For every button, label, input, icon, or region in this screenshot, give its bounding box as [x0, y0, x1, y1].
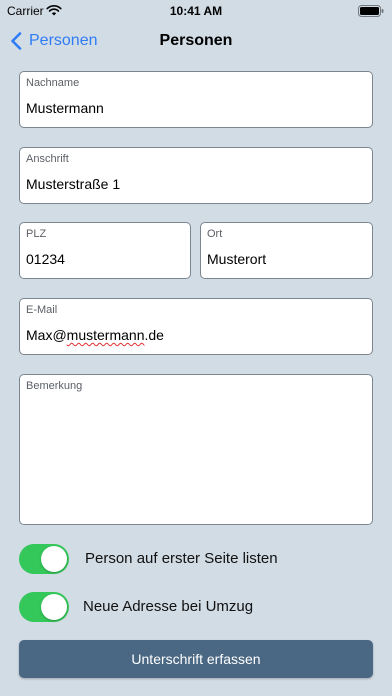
battery-icon [358, 5, 384, 17]
first-page-toggle[interactable] [19, 544, 69, 574]
nachname-field[interactable]: Nachname Mustermann [19, 71, 373, 128]
new-address-toggle[interactable] [19, 592, 69, 622]
anschrift-label: Anschrift [26, 153, 69, 165]
clock: 10:41 AM [169, 4, 223, 18]
email-field[interactable]: E-Mail Max@mustermann.de [19, 298, 373, 355]
toggle-knob [41, 546, 67, 572]
ort-field[interactable]: Ort Musterort [200, 222, 373, 279]
toggle-knob [41, 594, 67, 620]
plz-value[interactable]: 01234 [26, 251, 65, 267]
ort-value[interactable]: Musterort [207, 251, 266, 267]
nachname-label: Nachname [26, 77, 80, 89]
email-label: E-Mail [26, 304, 58, 316]
bemerkung-textarea[interactable] [25, 397, 367, 519]
email-value-suffix: .de [144, 327, 164, 343]
anschrift-field[interactable]: Anschrift Musterstraße 1 [19, 147, 373, 204]
email-value[interactable]: Max@mustermann.de [26, 327, 164, 343]
nachname-value[interactable]: Mustermann [26, 100, 104, 116]
email-value-misspelled: mustermann [66, 327, 145, 343]
status-bar: Carrier 10:41 AM [0, 0, 392, 22]
email-value-prefix: Max@ [26, 327, 67, 343]
capture-signature-button[interactable]: Unterschrift erfassen [19, 640, 373, 678]
navigation-bar: Personen Personen [0, 22, 392, 60]
first-page-toggle-label: Person auf erster Seite listen [85, 550, 278, 567]
bemerkung-field[interactable]: Bemerkung [19, 374, 373, 525]
ort-label: Ort [207, 228, 223, 240]
new-address-toggle-label: Neue Adresse bei Umzug [83, 598, 254, 615]
page-title: Personen [159, 32, 233, 49]
bemerkung-label: Bemerkung [26, 380, 83, 392]
anschrift-value[interactable]: Musterstraße 1 [26, 176, 120, 192]
plz-field[interactable]: PLZ 01234 [19, 222, 191, 279]
plz-label: PLZ [26, 228, 47, 240]
